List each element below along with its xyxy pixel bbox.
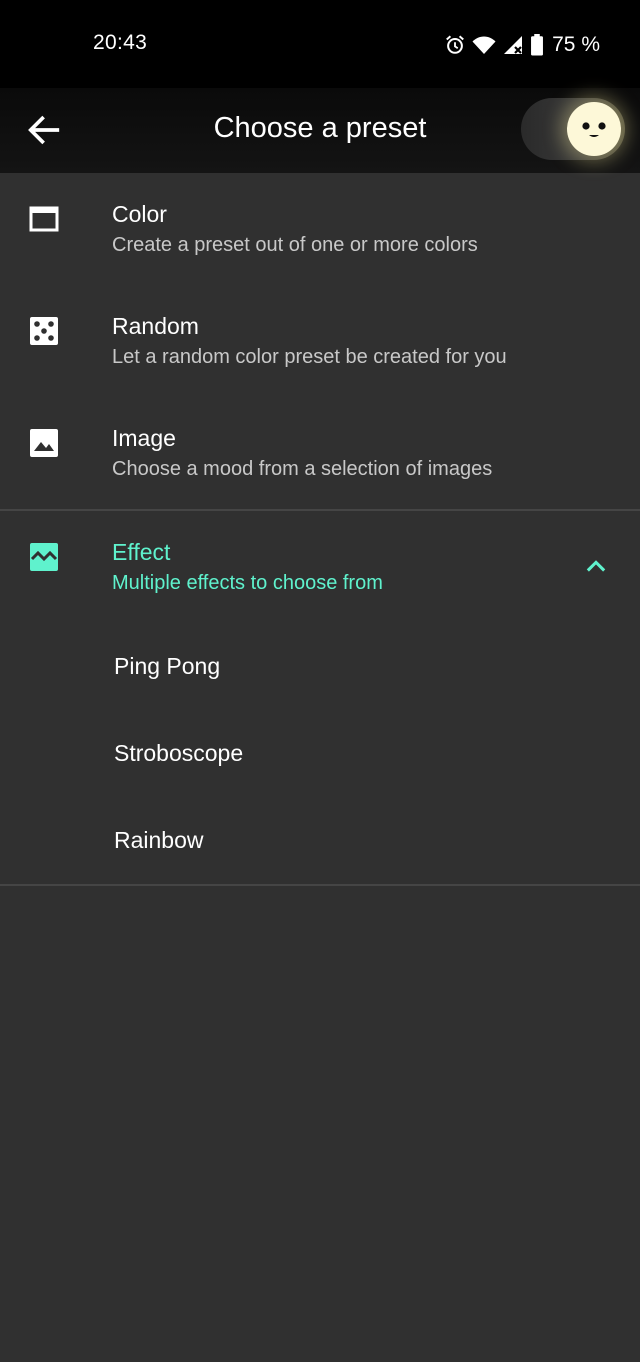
preset-item-subtitle: Choose a mood from a selection of images [112, 458, 493, 480]
battery-percent: 75 % [552, 33, 600, 56]
status-time: 20:43 [93, 31, 148, 54]
preset-item-subtitle: Let a random color preset be created for… [112, 346, 507, 368]
effect-option-rainbow[interactable]: Rainbow [0, 797, 640, 884]
bulb-face-icon [567, 102, 621, 156]
battery-icon [530, 34, 544, 56]
effect-option-stroboscope[interactable]: Stroboscope [0, 710, 640, 797]
preset-item-title: Random [112, 313, 199, 339]
effect-option-label: Stroboscope [114, 740, 244, 766]
toolbar: Choose a preset [0, 88, 640, 173]
signal-icon [502, 34, 524, 56]
effect-option-label: Ping Pong [114, 653, 221, 679]
preset-item-effect[interactable]: Effect Multiple effects to choose from [0, 511, 640, 623]
preset-item-subtitle: Create a preset out of one or more color… [112, 234, 478, 256]
effect-option-label: Rainbow [114, 827, 204, 853]
effect-wave-icon [28, 541, 60, 573]
chevron-up-icon[interactable] [582, 553, 610, 581]
preset-item-random[interactable]: Random Let a random color preset be crea… [0, 285, 640, 397]
status-icons: 75 % [444, 31, 600, 59]
alarm-icon [444, 34, 466, 56]
light-toggle[interactable] [521, 98, 625, 160]
preset-item-title: Image [112, 425, 176, 451]
window-icon [28, 203, 60, 235]
effect-option-ping-pong[interactable]: Ping Pong [0, 623, 640, 710]
wifi-icon [472, 34, 496, 56]
preset-list: Color Create a preset out of one or more… [0, 173, 640, 886]
divider [0, 884, 640, 886]
image-icon [28, 427, 60, 459]
preset-item-color[interactable]: Color Create a preset out of one or more… [0, 173, 640, 285]
dice-icon [28, 315, 60, 347]
preset-item-title: Color [112, 201, 167, 227]
preset-item-subtitle: Multiple effects to choose from [112, 572, 383, 594]
preset-item-title: Effect [112, 539, 171, 565]
preset-item-image[interactable]: Image Choose a mood from a selection of … [0, 397, 640, 509]
status-bar: 20:43 75 % [0, 0, 640, 88]
